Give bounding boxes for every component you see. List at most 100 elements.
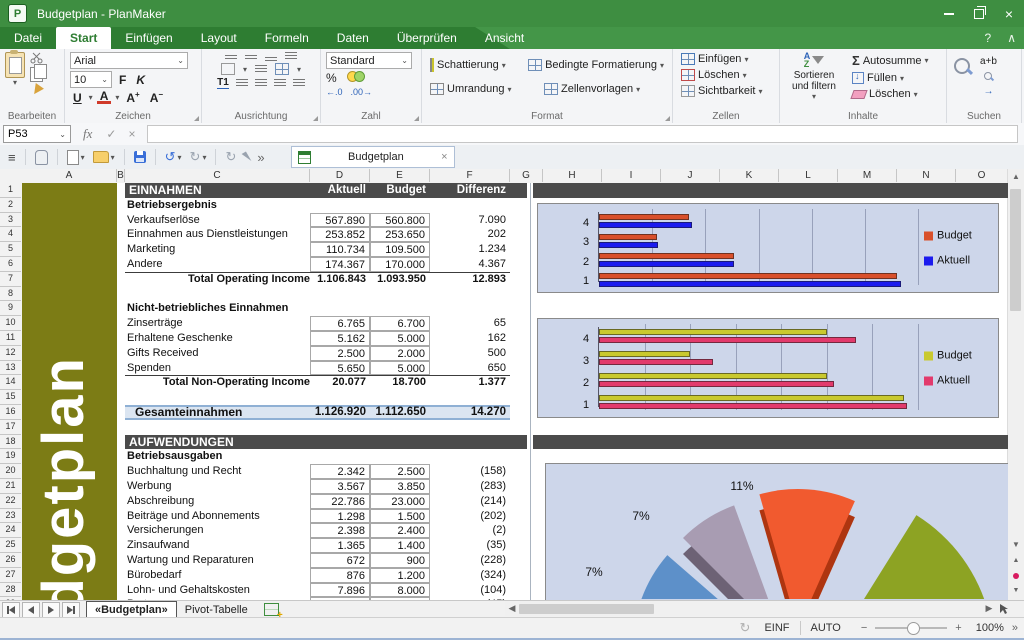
cell-value-budget[interactable]: 2.500 [370,464,430,479]
sort-filter-button[interactable]: AZ Sortieren und filtern▾ [785,52,843,101]
cell-value-differenz[interactable]: 500 [430,346,510,361]
cell-value-aktuell[interactable]: 672 [310,553,370,568]
insert-mode-indicator[interactable]: EINF [764,622,789,634]
row-header-16[interactable]: 16 [0,405,21,420]
row-header-4[interactable]: 4 [0,227,21,242]
justify-icon[interactable] [293,79,305,88]
cell-value-budget[interactable]: 5.000 [370,361,430,376]
cell-value-budget[interactable]: 900 [370,553,430,568]
vertical-text-button[interactable]: T1 [217,77,229,89]
cell-value-budget[interactable]: 3.850 [370,479,430,494]
column-header-O[interactable]: O [956,169,1008,182]
paste-icon[interactable] [5,52,25,78]
delete-cells-button[interactable]: Löschen▾ [678,68,774,82]
sheet-tab-pivot-tabelle[interactable]: Pivot-Tabelle [177,602,256,617]
percent-format-button[interactable]: % [326,71,337,85]
cell-value-differenz[interactable]: (2) [430,523,510,538]
row-header-11[interactable]: 11 [0,331,21,346]
cell-value-differenz[interactable]: (324) [430,568,510,583]
total-label[interactable]: Total Operating Income [127,272,310,287]
vertical-scroll-thumb[interactable] [1010,189,1021,311]
cell-styles-button[interactable]: Zellenvorlagen▾ [541,82,643,96]
clear-button[interactable]: Löschen▾ [849,87,932,101]
cell-value-aktuell[interactable]: 5.650 [310,361,370,376]
column-header-I[interactable]: I [602,169,661,182]
scroll-left-icon[interactable]: ◀ [505,603,519,614]
cell-value-aktuell[interactable]: 3.567 [310,479,370,494]
shrink-font-button[interactable]: A− [147,90,166,105]
cell-value-differenz[interactable]: (104) [430,583,510,598]
next-object-button[interactable]: ▼ [1008,583,1024,598]
cell-value-budget[interactable]: 1.200 [370,568,430,583]
selection-pointer-icon[interactable] [998,603,1010,615]
total-label[interactable]: Total Non-Operating Income [127,375,310,390]
cell-value-aktuell[interactable]: 1.365 [310,538,370,553]
column-header-J[interactable]: J [661,169,720,182]
cell-value-differenz[interactable]: 650 [430,361,510,376]
total-value[interactable]: 1.106.843 [310,272,370,287]
number-format-select[interactable]: Standard⌄ [326,52,412,69]
total-value[interactable]: 1.093.950 [370,272,430,287]
row-header-8[interactable]: 8 [0,287,21,302]
cell-value-differenz[interactable]: (283) [430,479,510,494]
font-color-dropdown-arrow-icon[interactable]: ▾ [115,93,119,102]
vertical-scrollbar[interactable]: ▲ ▼ ▲ ▼ [1007,169,1024,600]
currency-format-button[interactable] [347,71,365,85]
horizontal-scroll-thumb[interactable] [519,604,654,614]
menu-tab-einfügen[interactable]: Einfügen [111,27,186,49]
cell-label[interactable]: Lohn- und Gehaltskosten [127,583,310,598]
open-document-button[interactable]: ▾ [93,151,115,163]
cell-value-budget[interactable]: 6.700 [370,316,430,331]
search-icon[interactable] [952,56,974,78]
cell-value-budget[interactable]: 2.400 [370,523,430,538]
menu-hamburger-icon[interactable]: ≡ [8,150,16,165]
row-header-23[interactable]: 23 [0,509,21,524]
cell-label[interactable]: Werbung [127,479,310,494]
visibility-button[interactable]: Sichtbarkeit▾ [678,84,774,98]
row-header-6[interactable]: 6 [0,257,21,272]
menu-tab-start[interactable]: Start [56,27,111,49]
cell-label[interactable]: Marketing [127,242,310,257]
cell-value-differenz[interactable]: 162 [430,331,510,346]
document-tab[interactable]: Budgetplan × [291,146,455,168]
column-header-H[interactable]: H [543,169,602,182]
status-overflow-icon[interactable]: » [1012,622,1018,634]
cell-format-icon[interactable] [275,63,289,75]
row-header-1[interactable]: 1 [0,183,21,198]
cell-value-aktuell[interactable]: 2.398 [310,523,370,538]
wrap-text-icon[interactable] [255,65,267,74]
cell-value-differenz[interactable]: (214) [430,494,510,509]
sync-icon[interactable]: ↻ [740,620,751,636]
calc-mode-indicator[interactable]: AUTO [811,622,841,634]
cell-value-differenz[interactable]: 7.090 [430,213,510,228]
cell-value-budget[interactable]: 8.000 [370,583,430,598]
row-header-21[interactable]: 21 [0,479,21,494]
grand-total-value[interactable]: 1.126.920 [310,405,370,420]
cell-value-budget[interactable]: 450 [370,597,430,600]
add-sheet-icon[interactable] [264,603,279,616]
font-size-select[interactable]: 10⌄ [70,71,112,88]
first-sheet-button[interactable] [2,602,20,618]
insert-cells-button[interactable]: Einfügen▾ [678,52,774,66]
formula-input[interactable] [147,125,1018,143]
cell-value-aktuell[interactable]: 6.765 [310,316,370,331]
cell-value-differenz[interactable]: (202) [430,509,510,524]
toolbar-overflow-icon[interactable]: » [257,150,264,165]
cell-label[interactable]: Zinsaufwand [127,538,310,553]
underline-button[interactable]: U [70,91,85,105]
horizontal-scrollbar[interactable]: ◀ ▶ [505,601,1010,616]
align-center-icon[interactable] [255,79,267,88]
orientation-icon[interactable] [285,52,297,61]
underline-dropdown-arrow-icon[interactable]: ▾ [89,93,93,102]
cell-reference-box[interactable]: P53 ⌄ [3,125,71,143]
cell-value-budget[interactable]: 253.650 [370,227,430,242]
column-header-differenz[interactable]: Differenz [430,183,510,198]
cell-value-budget[interactable]: 109.500 [370,242,430,257]
cell-value-differenz[interactable]: (35) [430,538,510,553]
search-again-icon[interactable] [983,71,994,82]
pie-chart-expenses[interactable]: 11% 7% 7% [545,463,1008,600]
zoom-slider-knob[interactable] [907,622,920,635]
cell-value-aktuell[interactable]: 567.890 [310,213,370,228]
align-left-icon[interactable] [236,79,248,88]
previous-sheet-button[interactable] [22,602,40,618]
